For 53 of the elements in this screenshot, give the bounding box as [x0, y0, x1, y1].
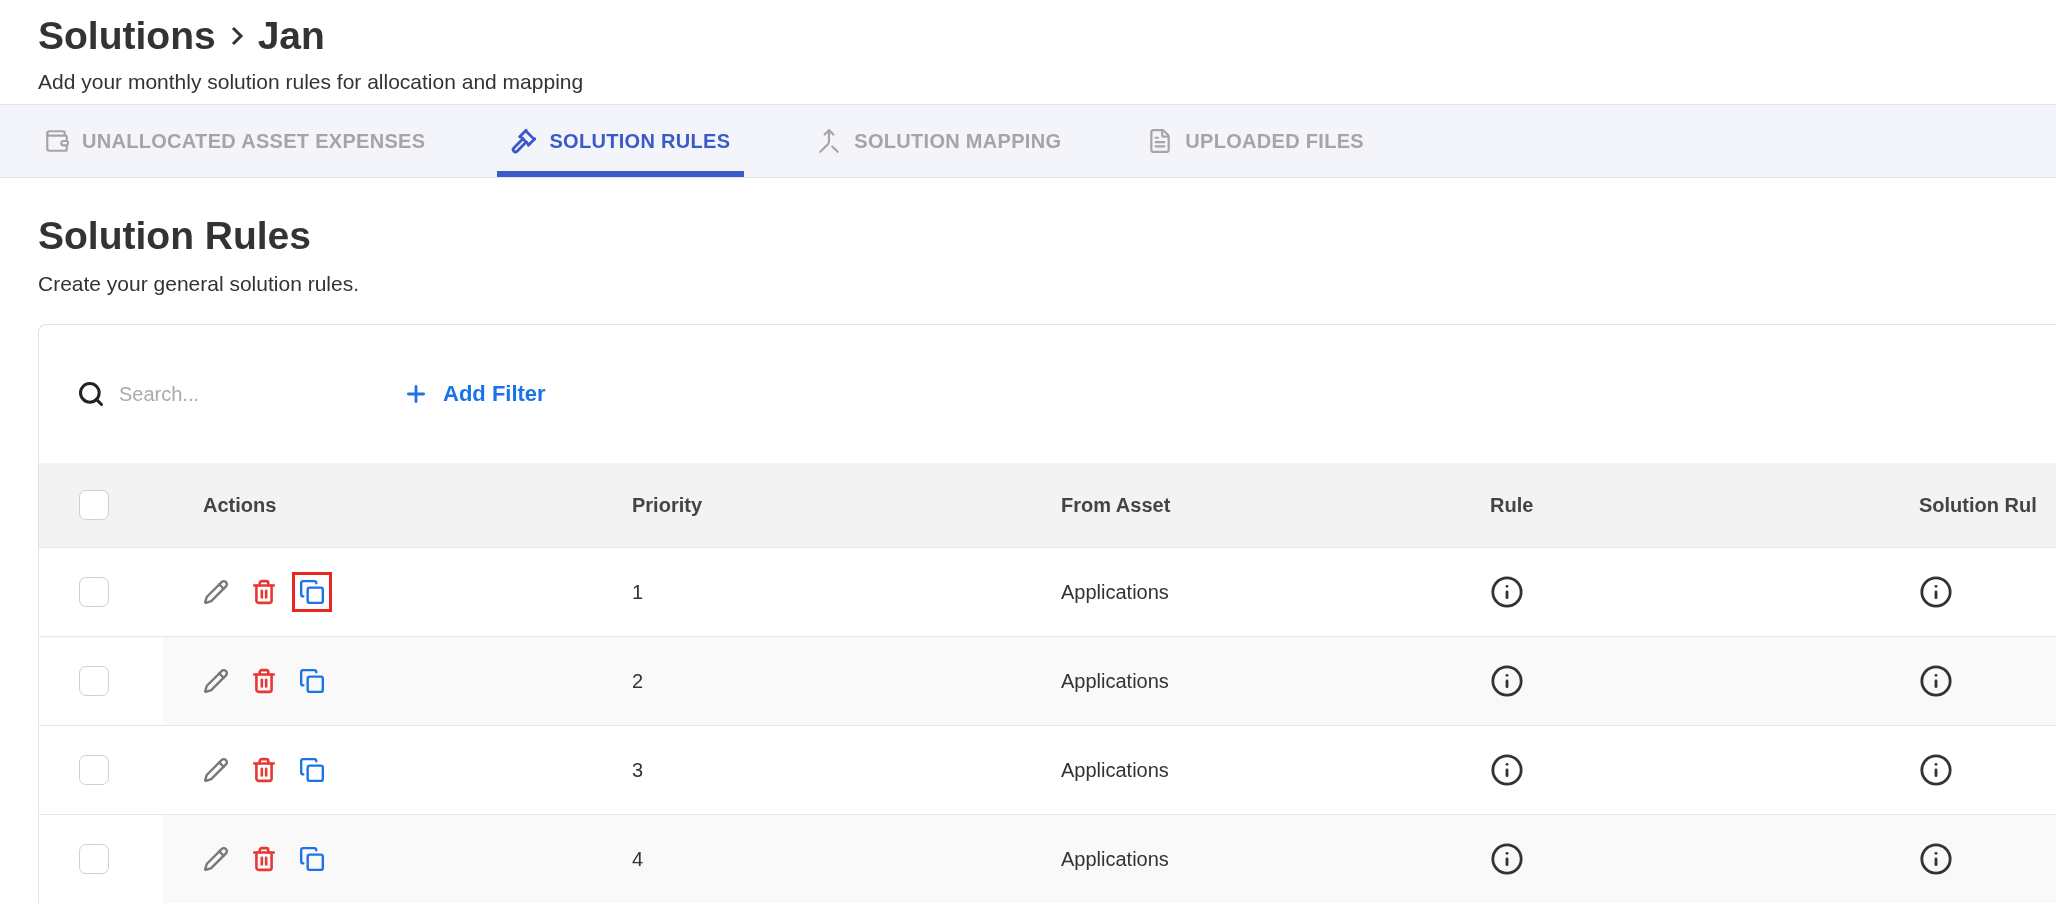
- info-icon[interactable]: [1490, 842, 1524, 876]
- column-header: Rule: [1490, 493, 1534, 517]
- tab[interactable]: UNALLOCATED ASSET EXPENSES: [30, 105, 440, 177]
- page-subtitle: Add your monthly solution rules for allocation and mapping: [38, 70, 585, 94]
- tab[interactable]: SOLUTION MAPPING: [802, 105, 1076, 177]
- delete-icon[interactable]: [251, 846, 277, 872]
- copy-icon: [299, 757, 325, 783]
- search-icon: [77, 380, 105, 408]
- table-cell: Applications: [1061, 580, 1169, 604]
- checkbox[interactable]: [79, 755, 109, 785]
- table-cell: Applications: [1061, 669, 1169, 693]
- breadcrumb-month: Jan: [257, 14, 325, 58]
- checkbox[interactable]: [79, 577, 109, 607]
- edit-icon[interactable]: [203, 757, 229, 783]
- column-header: Actions: [203, 493, 277, 517]
- section-title: Solution Rules: [38, 214, 312, 258]
- delete-icon[interactable]: [251, 579, 277, 605]
- info-icon[interactable]: [1490, 575, 1524, 609]
- delete-icon[interactable]: [251, 668, 277, 694]
- delete-icon[interactable]: [251, 757, 277, 783]
- checkbox[interactable]: [79, 844, 109, 874]
- table-cell: 3: [632, 758, 644, 782]
- copy-icon: [299, 579, 325, 605]
- info-icon[interactable]: [1490, 753, 1524, 787]
- info-icon[interactable]: [1919, 753, 1953, 787]
- info-icon[interactable]: [1490, 664, 1524, 698]
- tab[interactable]: UPLOADED FILES: [1133, 105, 1378, 177]
- page-title: Solutions: [38, 14, 216, 58]
- checkbox[interactable]: [79, 666, 109, 696]
- table-cell: Applications: [1061, 758, 1169, 782]
- edit-icon[interactable]: [203, 668, 229, 694]
- info-icon[interactable]: [1919, 664, 1953, 698]
- table-cell: Applications: [1061, 847, 1169, 871]
- section-subtitle: Create your general solution rules.: [38, 272, 360, 296]
- copy-icon: [299, 668, 325, 694]
- info-icon[interactable]: [1919, 842, 1953, 876]
- copy-button[interactable]: [292, 572, 332, 612]
- table-cell: 4: [632, 847, 644, 871]
- table-cell: 2: [632, 669, 644, 693]
- wallet-icon: [44, 128, 70, 154]
- column-header: Solution Rul: [1919, 493, 2037, 517]
- gavel-icon: [511, 128, 538, 154]
- column-header: From Asset: [1061, 493, 1171, 517]
- info-icon[interactable]: [1919, 575, 1953, 609]
- chevron-right-icon: [229, 25, 244, 47]
- copy-icon: [299, 846, 325, 872]
- edit-icon[interactable]: [203, 846, 229, 872]
- edit-icon[interactable]: [203, 579, 229, 605]
- checkbox[interactable]: [79, 490, 109, 520]
- column-header: Priority: [632, 493, 703, 517]
- add-filter-button[interactable]: Add Filter: [397, 380, 552, 408]
- table-cell: 1: [632, 580, 644, 604]
- tab[interactable]: SOLUTION RULES: [497, 105, 745, 177]
